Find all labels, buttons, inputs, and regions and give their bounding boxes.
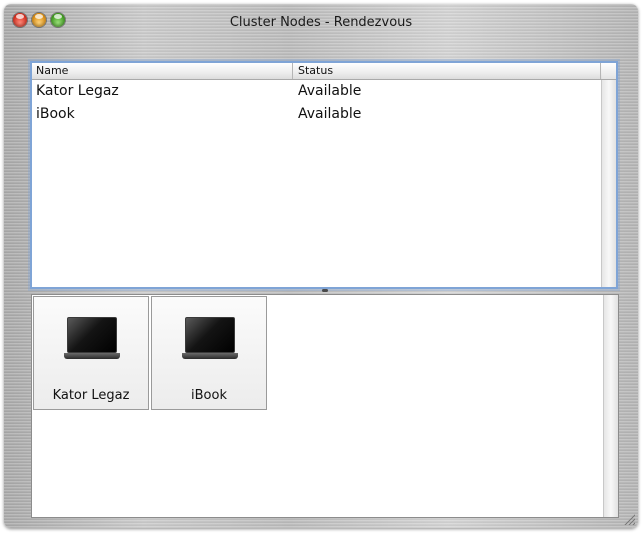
- node-label: Kator Legaz: [52, 388, 130, 403]
- node-tile[interactable]: iBook: [151, 296, 267, 410]
- panel-scrollbar[interactable]: [603, 295, 618, 517]
- column-header-name[interactable]: Name: [32, 63, 293, 79]
- table-body: Kator Legaz Available iBook Available: [32, 80, 601, 287]
- nodes-table[interactable]: Name Status Kator Legaz Available iBook …: [30, 61, 618, 289]
- cluster-nodes-window: Cluster Nodes - Rendezvous Name Status K…: [4, 4, 638, 528]
- resize-grip-icon[interactable]: [623, 513, 635, 525]
- node-label: iBook: [191, 388, 227, 403]
- table-scrollbar[interactable]: [601, 80, 616, 287]
- splitter-handle[interactable]: [322, 289, 328, 292]
- cell-status: Available: [298, 106, 362, 122]
- cell-name: iBook: [36, 106, 75, 122]
- node-icons-panel: Kator Legaz iBook: [31, 294, 619, 518]
- window-titlebar[interactable]: Cluster Nodes - Rendezvous: [4, 4, 638, 44]
- table-row[interactable]: iBook Available: [32, 103, 601, 126]
- cell-status: Available: [298, 83, 362, 99]
- laptop-icon: [182, 317, 238, 363]
- cell-name: Kator Legaz: [36, 83, 119, 99]
- table-header: Name Status: [32, 63, 616, 80]
- column-header-status[interactable]: Status: [293, 63, 601, 79]
- node-tile[interactable]: Kator Legaz: [33, 296, 149, 410]
- header-corner: [602, 63, 616, 79]
- table-row[interactable]: Kator Legaz Available: [32, 80, 601, 103]
- window-title: Cluster Nodes - Rendezvous: [229, 15, 413, 30]
- laptop-icon: [64, 317, 120, 363]
